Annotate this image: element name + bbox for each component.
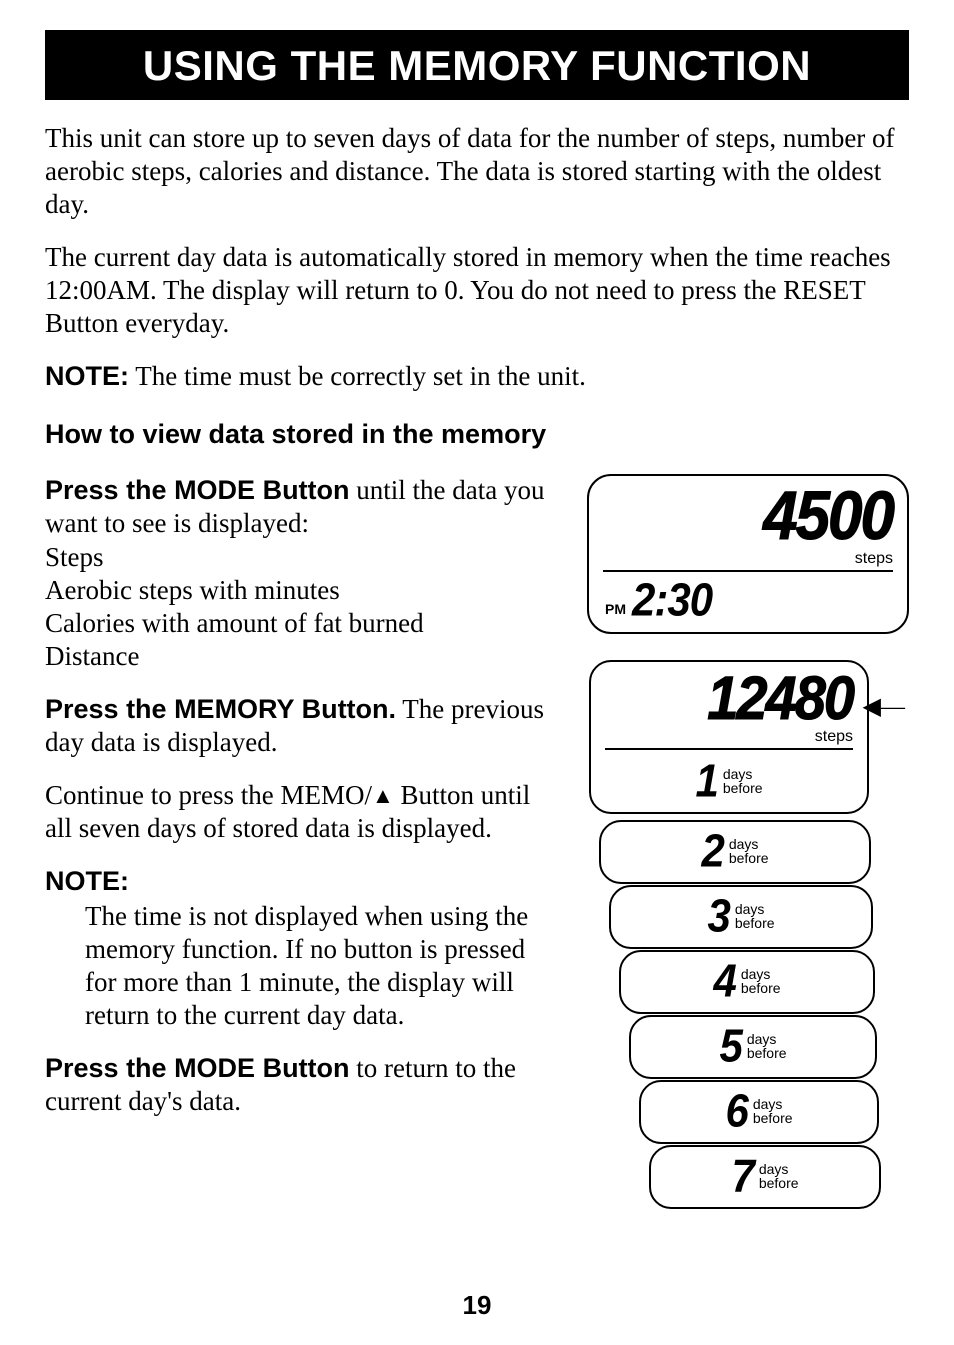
mode-distance: Distance bbox=[45, 640, 551, 673]
paragraph-2: The current day data is automatically st… bbox=[45, 241, 909, 340]
note-text: The time must be correctly set in the un… bbox=[129, 361, 586, 391]
lcd-time-value: 2:30 bbox=[632, 573, 712, 626]
page-number: 19 bbox=[0, 1290, 954, 1321]
days-before-label: daysbefore bbox=[735, 902, 775, 930]
memory-card-5: 5 daysbefore bbox=[629, 1015, 877, 1079]
memory-card-1: 12480 steps 1 daysbefore ◀— bbox=[589, 660, 869, 814]
step-2-lead: Press the MEMORY Button. bbox=[45, 694, 396, 724]
step-2: Press the MEMORY Button. The previous da… bbox=[45, 693, 551, 759]
days-before-digit: 3 bbox=[707, 892, 730, 938]
note-2-text: The time is not displayed when using the… bbox=[45, 900, 551, 1032]
mode-calories: Calories with amount of fat burned bbox=[45, 607, 551, 640]
days-before-label: daysbefore bbox=[729, 837, 769, 865]
note-1: NOTE: The time must be correctly set in … bbox=[45, 360, 909, 393]
mode-steps: Steps bbox=[45, 541, 551, 574]
step-1: Press the MODE Button until the data you… bbox=[45, 474, 551, 540]
note-2-label: NOTE: bbox=[45, 866, 129, 896]
days-before-digit: 4 bbox=[713, 957, 736, 1003]
days-before-label: daysbefore bbox=[747, 1032, 787, 1060]
page-title: USING THE MEMORY FUNCTION bbox=[45, 30, 909, 100]
step-1-lead: Press the MODE Button bbox=[45, 475, 350, 505]
days-before-label: daysbefore bbox=[759, 1162, 799, 1190]
paragraph-1: This unit can store up to seven days of … bbox=[45, 122, 909, 221]
lcd-memory-stack: 12480 steps 1 daysbefore ◀— 2 daysbefore… bbox=[589, 660, 909, 1180]
memory-card-6: 6 daysbefore bbox=[639, 1080, 879, 1144]
days-before-label: daysbefore bbox=[753, 1097, 793, 1125]
step-3: Press the MODE Button to return to the c… bbox=[45, 1052, 551, 1118]
up-triangle-icon: ▲ bbox=[372, 785, 394, 807]
days-before-label: daysbefore bbox=[723, 767, 763, 795]
note-label: NOTE: bbox=[45, 361, 129, 391]
lcd-pm-label: PM bbox=[605, 601, 626, 617]
days-before-digit: 1 bbox=[695, 757, 718, 803]
sub-heading: How to view data stored in the memory bbox=[45, 419, 909, 450]
step-2-continue: Continue to press the MEMO/▲ Button unti… bbox=[45, 779, 551, 845]
days-before-digit: 2 bbox=[701, 827, 724, 873]
days-before-digit: 7 bbox=[731, 1152, 754, 1198]
days-before-digit: 6 bbox=[725, 1087, 748, 1133]
left-arrow-icon: ◀— bbox=[863, 692, 905, 721]
memory-card-3: 3 daysbefore bbox=[609, 885, 873, 949]
days-before-label: daysbefore bbox=[741, 967, 781, 995]
mode-aerobic: Aerobic steps with minutes bbox=[45, 574, 551, 607]
lcd-display-current: 4500 steps PM 2:30 bbox=[587, 474, 909, 634]
memory-card-4: 4 daysbefore bbox=[619, 950, 875, 1014]
memory-step-count: 12480 bbox=[605, 667, 853, 729]
days-before-digit: 5 bbox=[719, 1022, 742, 1068]
step-3-lead: Press the MODE Button bbox=[45, 1053, 350, 1083]
lcd-step-count: 4500 bbox=[603, 482, 893, 550]
step-2-cont-a: Continue to press the MEMO/ bbox=[45, 780, 372, 810]
memory-card-2: 2 daysbefore bbox=[599, 820, 871, 884]
memory-card-7: 7 daysbefore bbox=[649, 1145, 881, 1209]
